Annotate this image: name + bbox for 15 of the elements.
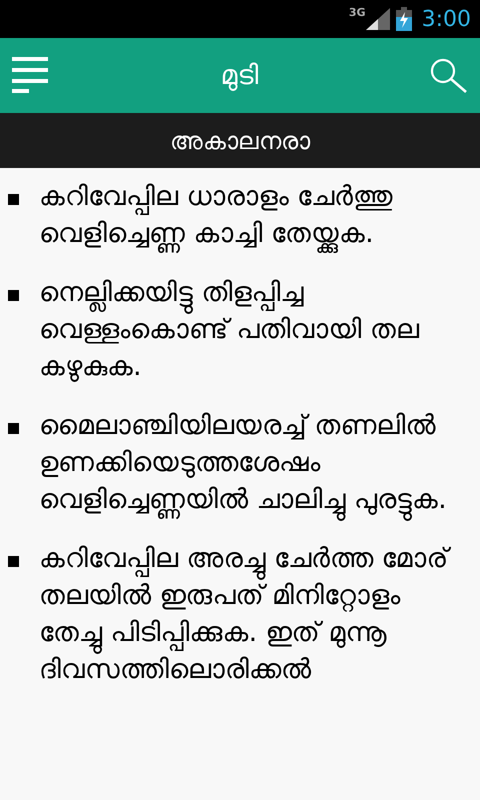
tip-text: നെല്ലിക്കയിട്ടു തിളപ്പിച്ച വെള്ളംകൊണ്ട് പതിവായി തല കഴുകുക. [39,276,420,384]
battery-charging-icon [396,7,412,31]
bullet-icon [8,194,19,205]
network-type: 3G [348,6,366,19]
menu-icon[interactable] [12,57,49,94]
tip-text: കറിവേപ്പില ധാരാളം ചേർത്തു വെളിച്ചെണ്ണ കാച്ചി തേയ്ക്കുക. [39,178,460,252]
search-icon[interactable] [430,58,468,94]
bullet-icon [8,290,19,301]
bullet-icon [8,423,19,434]
signal-icon [366,8,390,30]
tip-text: കറിവേപ്പില അരച്ചു ചേർത്ത മോര് തലയിൽ ഇരുപത് മിനിറ്റോളം തേച്ചു പിടിപ്പിക്കുക. ഇത് മുന്നൂ ദിവസത്തിലൊരിക്കൽ [39,540,460,688]
app-title: മുടി [220,60,258,91]
bullet-icon [8,556,19,567]
clock: 3:00 [422,6,471,32]
section-title: അകാലനരാ [170,126,310,154]
